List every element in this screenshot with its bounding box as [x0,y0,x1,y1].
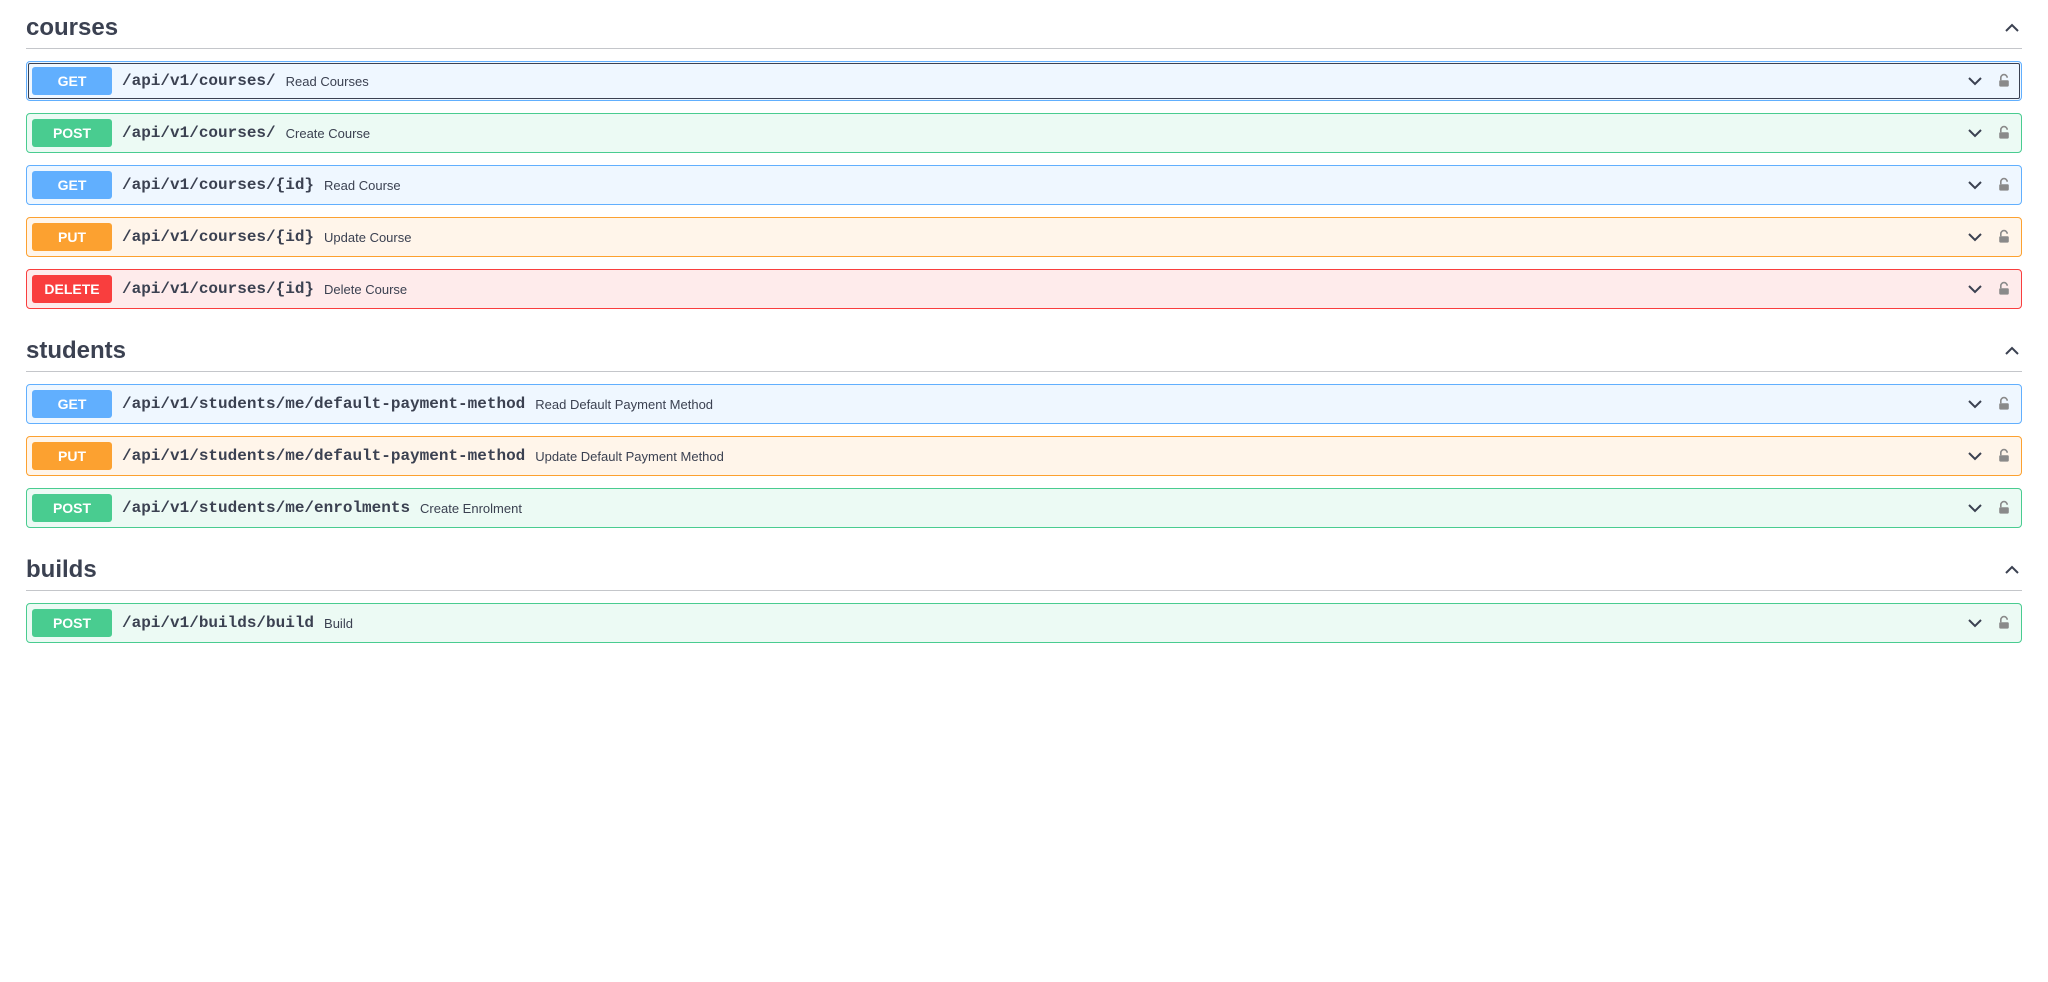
chevron-down-icon[interactable] [1965,123,1985,143]
endpoint-path: /api/v1/students/me/enrolments [122,499,410,517]
method-badge-get: GET [32,390,112,418]
chevron-down-icon[interactable] [1965,498,1985,518]
chevron-up-icon[interactable] [2002,560,2022,580]
endpoint-summary: Build [324,616,353,631]
endpoint-row-put-api-v1-students-me-default-payment-method[interactable]: PUT/api/v1/students/me/default-payment-m… [26,436,2022,476]
endpoint-summary: Read Courses [286,74,369,89]
endpoint-controls [1965,123,2013,143]
endpoint-path: /api/v1/courses/{id} [122,228,314,246]
lock-open-icon[interactable] [1995,280,2013,298]
endpoint-path: /api/v1/builds/build [122,614,314,632]
endpoint-controls [1965,175,2013,195]
endpoint-row-get-api-v1-courses[interactable]: GET/api/v1/courses/Read Courses [26,61,2022,101]
section-title: courses [26,14,118,42]
endpoint-summary: Create Enrolment [420,501,522,516]
lock-open-icon[interactable] [1995,499,2013,517]
endpoint-controls [1965,498,2013,518]
lock-open-icon[interactable] [1995,228,2013,246]
chevron-down-icon[interactable] [1965,71,1985,91]
chevron-down-icon[interactable] [1965,227,1985,247]
chevron-down-icon[interactable] [1965,175,1985,195]
endpoint-row-get-api-v1-courses-id[interactable]: GET/api/v1/courses/{id} Read Course [26,165,2022,205]
method-badge-get: GET [32,67,112,95]
endpoint-row-put-api-v1-courses-id[interactable]: PUT/api/v1/courses/{id} Update Course [26,217,2022,257]
endpoint-row-delete-api-v1-courses-id[interactable]: DELETE/api/v1/courses/{id} Delete Course [26,269,2022,309]
method-badge-put: PUT [32,223,112,251]
method-badge-put: PUT [32,442,112,470]
endpoint-controls [1965,227,2013,247]
section-title: students [26,337,126,365]
endpoint-path: /api/v1/students/me/default-payment-meth… [122,395,525,413]
endpoint-row-post-api-v1-courses[interactable]: POST/api/v1/courses/Create Course [26,113,2022,153]
endpoint-path: /api/v1/students/me/default-payment-meth… [122,447,525,465]
chevron-up-icon[interactable] [2002,341,2022,361]
endpoint-row-post-api-v1-students-me-enrolments[interactable]: POST/api/v1/students/me/enrolments Create… [26,488,2022,528]
section-header-courses[interactable]: courses [26,14,2022,49]
chevron-up-icon[interactable] [2002,18,2022,38]
section-header-students[interactable]: students [26,337,2022,372]
endpoint-summary: Create Course [286,126,371,141]
endpoint-controls [1965,613,2013,633]
section-header-builds[interactable]: builds [26,556,2022,591]
endpoint-summary: Read Default Payment Method [535,397,713,412]
chevron-down-icon[interactable] [1965,279,1985,299]
lock-open-icon[interactable] [1995,72,2013,90]
endpoint-controls [1965,279,2013,299]
endpoint-controls [1965,71,2013,91]
endpoint-summary: Update Default Payment Method [535,449,724,464]
endpoint-path: /api/v1/courses/{id} [122,176,314,194]
endpoint-summary: Read Course [324,178,401,193]
lock-open-icon[interactable] [1995,124,2013,142]
method-badge-post: POST [32,609,112,637]
chevron-down-icon[interactable] [1965,446,1985,466]
method-badge-post: POST [32,494,112,522]
chevron-down-icon[interactable] [1965,394,1985,414]
endpoint-summary: Update Course [324,230,411,245]
endpoint-row-post-api-v1-builds-build[interactable]: POST/api/v1/builds/build Build [26,603,2022,643]
endpoint-path: /api/v1/courses/ [122,72,276,90]
chevron-down-icon[interactable] [1965,613,1985,633]
endpoint-controls [1965,446,2013,466]
endpoint-summary: Delete Course [324,282,407,297]
endpoint-path: /api/v1/courses/ [122,124,276,142]
method-badge-post: POST [32,119,112,147]
endpoint-path: /api/v1/courses/{id} [122,280,314,298]
lock-open-icon[interactable] [1995,447,2013,465]
method-badge-delete: DELETE [32,275,112,303]
endpoint-row-get-api-v1-students-me-default-payment-method[interactable]: GET/api/v1/students/me/default-payment-m… [26,384,2022,424]
section-title: builds [26,556,97,584]
lock-open-icon[interactable] [1995,614,2013,632]
lock-open-icon[interactable] [1995,176,2013,194]
method-badge-get: GET [32,171,112,199]
lock-open-icon[interactable] [1995,395,2013,413]
endpoint-controls [1965,394,2013,414]
